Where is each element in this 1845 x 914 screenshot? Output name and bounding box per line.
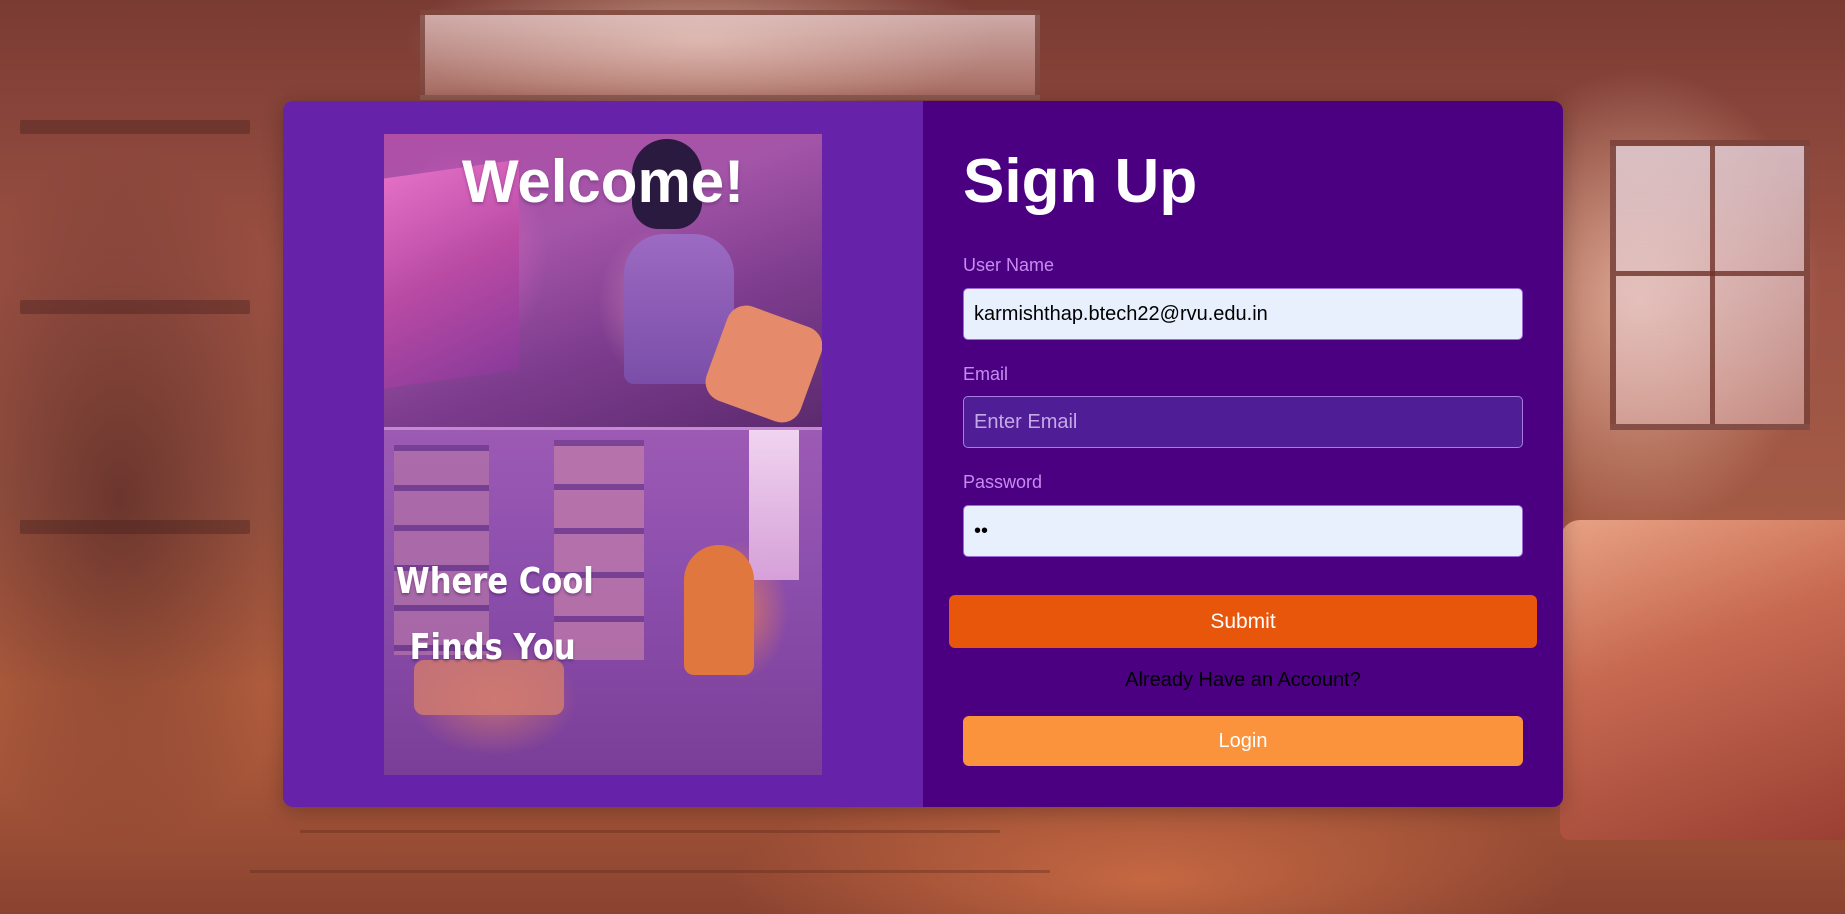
tagline-line-1: Where Cool bbox=[396, 561, 594, 602]
background-floor bbox=[250, 870, 1050, 873]
illustration-reader bbox=[684, 545, 754, 675]
illustration-window bbox=[749, 430, 799, 580]
login-button[interactable]: Login bbox=[963, 716, 1523, 766]
background-floor bbox=[300, 830, 1000, 833]
background-window-right bbox=[1610, 140, 1810, 430]
account-prompt: Already Have an Account? bbox=[1125, 669, 1361, 691]
tagline-line-2: Finds You bbox=[409, 627, 576, 668]
welcome-tagline: Where Cool Finds You bbox=[396, 549, 600, 681]
username-label: User Name bbox=[963, 255, 1055, 275]
password-input[interactable] bbox=[963, 505, 1523, 557]
email-input[interactable] bbox=[963, 396, 1523, 448]
welcome-illustration: Welcome! Where Cool Finds You bbox=[384, 134, 822, 775]
submit-button[interactable]: Submit bbox=[949, 595, 1537, 648]
signup-form-panel: Sign Up User Name Email Password Submit … bbox=[923, 101, 1563, 807]
background-bed bbox=[1560, 520, 1845, 840]
background-shelf bbox=[20, 120, 250, 134]
background-shelf bbox=[20, 300, 250, 314]
username-input[interactable] bbox=[963, 288, 1523, 340]
signup-card: Welcome! Where Cool Finds You Sign Up Us… bbox=[283, 101, 1563, 807]
email-label: Email bbox=[963, 364, 1009, 384]
welcome-title: Welcome! bbox=[461, 148, 745, 215]
background-shelf bbox=[20, 520, 250, 534]
page-title: Sign Up bbox=[963, 147, 1198, 216]
welcome-panel: Welcome! Where Cool Finds You bbox=[283, 101, 923, 807]
password-label: Password bbox=[963, 472, 1043, 492]
background-window-top bbox=[420, 10, 1040, 100]
